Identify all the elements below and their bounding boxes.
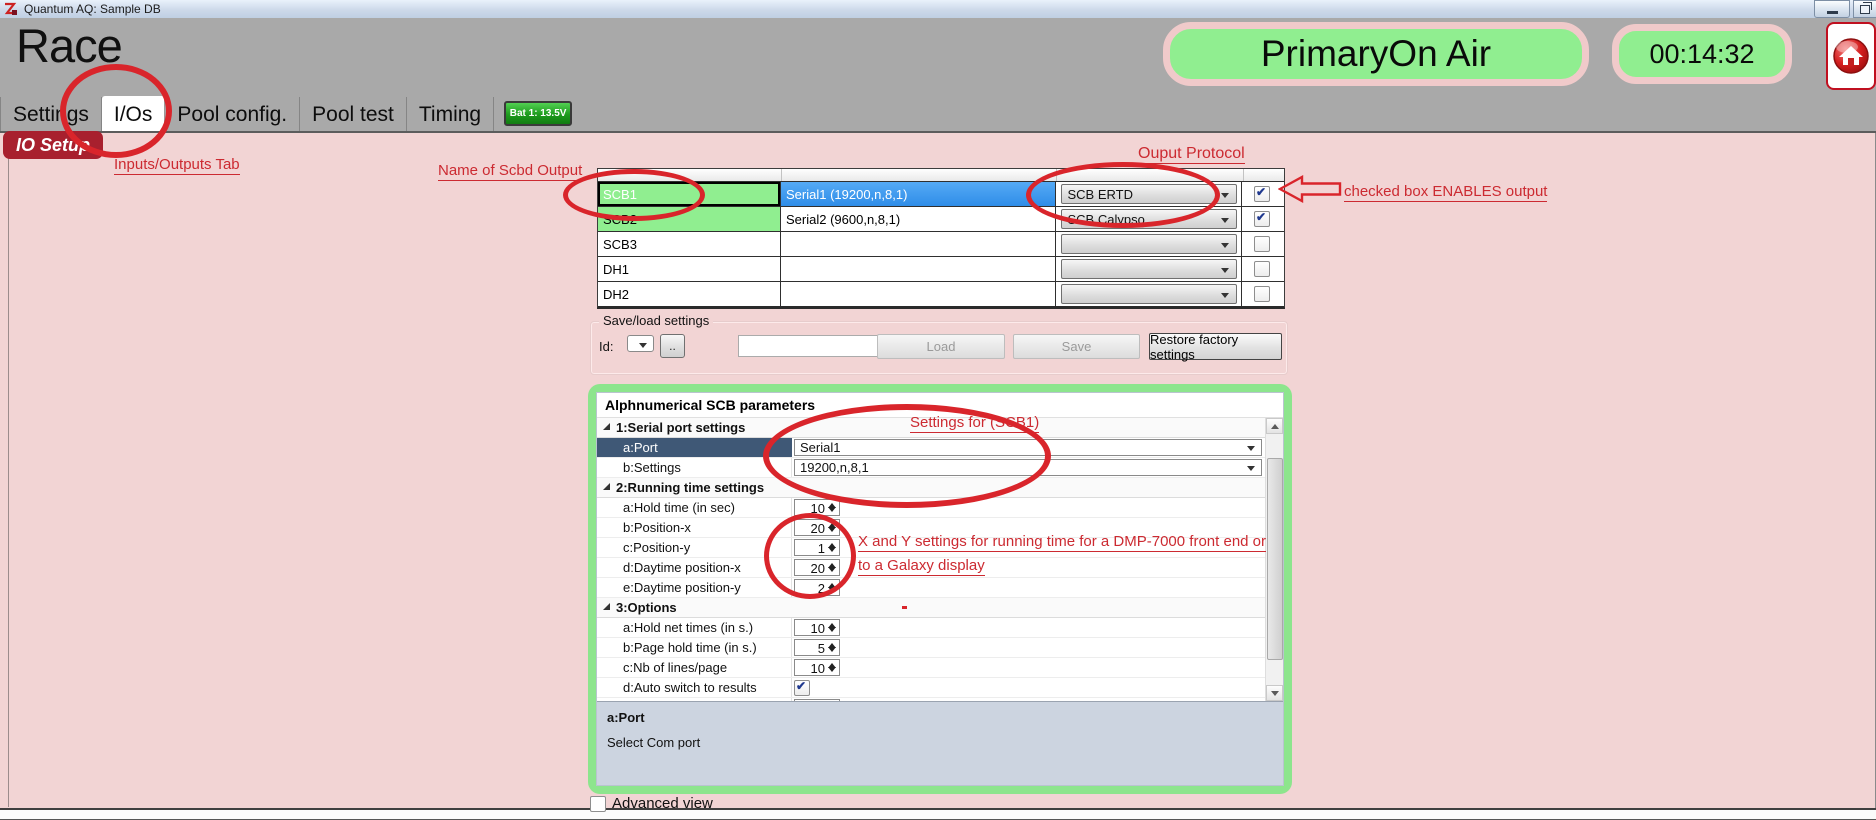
scroll-up-icon (1271, 424, 1279, 429)
battery-badge: Bat 1: 13.5V (504, 101, 572, 126)
chevron-down-icon (1221, 243, 1229, 248)
spinner-down-icon[interactable] (828, 627, 836, 632)
red-circle-serial-settings (763, 404, 1051, 508)
spinner-down-icon[interactable] (828, 667, 836, 672)
collapse-triangle-icon[interactable] (603, 423, 610, 430)
output-port-cell[interactable] (781, 257, 1056, 281)
red-circle-position-spinners (764, 513, 856, 599)
section-options[interactable]: 3:Options (597, 598, 1266, 618)
output-enable-checkbox[interactable] (1254, 286, 1270, 302)
restore-factory-button[interactable]: Restore factory settings (1149, 333, 1282, 360)
group-label: Save/load settings (599, 313, 713, 328)
panel-left-border (8, 133, 9, 807)
scrollbar-thumb[interactable] (1267, 458, 1283, 660)
save-button[interactable]: Save (1013, 334, 1140, 359)
description-text: Select Com port (607, 735, 1273, 750)
settings-name-input[interactable] (738, 335, 878, 357)
restore-icon (1860, 5, 1870, 14)
output-name-cell[interactable]: DH2 (598, 282, 781, 306)
output-port-cell[interactable]: Serial1 (19200,n,8,1) (781, 182, 1056, 206)
header-band: Race PrimaryOn Air 00:14:32 (0, 18, 1876, 95)
scroll-down-button[interactable] (1266, 685, 1283, 701)
output-name-cell[interactable]: DH1 (598, 257, 781, 281)
restore-button[interactable] (1853, 0, 1876, 18)
param-row-daytime-y[interactable]: e:Daytime position-y 2 (597, 578, 1266, 598)
param-row-auto-switch[interactable]: d:Auto switch to results (597, 678, 1266, 698)
table-row[interactable]: DH1 (598, 256, 1284, 281)
chevron-down-icon (1221, 293, 1229, 298)
red-circle-scb1 (563, 169, 705, 221)
annotation-red-dot (902, 606, 907, 609)
param-row-hold-net[interactable]: a:Hold net times (in s.) 10 (597, 618, 1266, 638)
load-button[interactable]: Load (877, 334, 1005, 359)
advanced-view-row: Advanced view (590, 795, 713, 812)
minimize-button[interactable] (1814, 0, 1850, 18)
protocol-dropdown[interactable] (1061, 259, 1237, 279)
annotation-name-of-scbd: Name of Scbd Output (438, 162, 582, 179)
chevron-down-icon (1221, 218, 1229, 223)
advanced-view-checkbox[interactable] (590, 796, 606, 812)
output-enable-checkbox[interactable] (1254, 186, 1270, 202)
home-button[interactable] (1826, 22, 1876, 90)
advanced-view-label: Advanced view (612, 795, 713, 812)
collapse-triangle-icon[interactable] (603, 483, 610, 490)
save-load-group: Save/load settings Id: .. Load Save Rest… (590, 321, 1288, 375)
auto-switch-checkbox[interactable] (794, 680, 810, 696)
annotation-inputs-outputs: Inputs/Outputs Tab (114, 156, 240, 173)
hold-net-spinner[interactable]: 10 (794, 619, 840, 636)
param-row-lines-page[interactable]: c:Nb of lines/page 10 (597, 658, 1266, 678)
red-circle-ios-tab (60, 64, 172, 158)
scroll-down-icon (1271, 691, 1279, 696)
output-enable-checkbox[interactable] (1254, 211, 1270, 227)
protocol-dropdown[interactable] (1061, 284, 1237, 304)
output-port-cell[interactable] (781, 282, 1056, 306)
parameters-scrollbar[interactable] (1265, 418, 1283, 701)
home-icon (1832, 30, 1870, 82)
tab-timing[interactable]: Timing (407, 97, 494, 133)
output-name-cell[interactable]: SCB3 (598, 232, 781, 256)
window-title: Quantum AQ: Sample DB (24, 2, 161, 16)
id-dropdown-button[interactable] (627, 335, 654, 352)
lines-page-spinner[interactable]: 10 (794, 659, 840, 676)
parameter-description: a:Port Select Com port (597, 701, 1283, 786)
output-port-cell[interactable] (781, 232, 1056, 256)
tab-pool-config[interactable]: Pool config. (165, 97, 300, 133)
window-bottom-strip (0, 808, 1876, 820)
annotation-checked-box: checked box ENABLES output (1344, 183, 1547, 200)
tab-pool-test[interactable]: Pool test (300, 97, 407, 133)
output-enable-checkbox[interactable] (1254, 236, 1270, 252)
collapse-triangle-icon[interactable] (603, 603, 610, 610)
chevron-down-icon (1221, 268, 1229, 273)
output-port-cell[interactable]: Serial2 (9600,n,8,1) (781, 207, 1056, 231)
annotation-xy-line2: to a Galaxy display (858, 557, 985, 574)
description-title: a:Port (607, 710, 1273, 725)
id-label: Id: (599, 339, 613, 354)
on-air-status: PrimaryOn Air (1163, 22, 1589, 86)
page-hold-spinner[interactable]: 5 (794, 639, 840, 656)
browse-button[interactable]: .. (660, 334, 685, 358)
param-row-page-hold[interactable]: b:Page hold time (in s.) 5 (597, 638, 1266, 658)
spinner-down-icon[interactable] (828, 507, 836, 512)
chevron-down-icon (1247, 466, 1255, 471)
annotation-ouput-protocol: Ouput Protocol (1138, 145, 1245, 163)
main-tab-bar: Settings I/Os Pool config. Pool test Tim… (0, 95, 1876, 133)
annotation-xy-line1: X and Y settings for running time for a … (858, 533, 1266, 550)
protocol-dropdown[interactable] (1061, 234, 1237, 254)
app-icon (4, 2, 18, 16)
clock-display: 00:14:32 (1612, 24, 1792, 84)
left-arrow-icon (1278, 175, 1342, 203)
table-row[interactable]: SCB3 (598, 231, 1284, 256)
window-title-bar: Quantum AQ: Sample DB (0, 0, 1876, 19)
chevron-down-icon (639, 343, 647, 348)
chevron-down-icon (1247, 446, 1255, 451)
minimize-icon (1827, 11, 1838, 14)
chevron-down-icon (1221, 193, 1229, 198)
scroll-up-button[interactable] (1266, 418, 1283, 434)
output-enable-checkbox[interactable] (1254, 261, 1270, 277)
red-circle-scb-ertd (1026, 162, 1220, 228)
spinner-down-icon[interactable] (828, 647, 836, 652)
table-row[interactable]: DH2 (598, 281, 1284, 306)
